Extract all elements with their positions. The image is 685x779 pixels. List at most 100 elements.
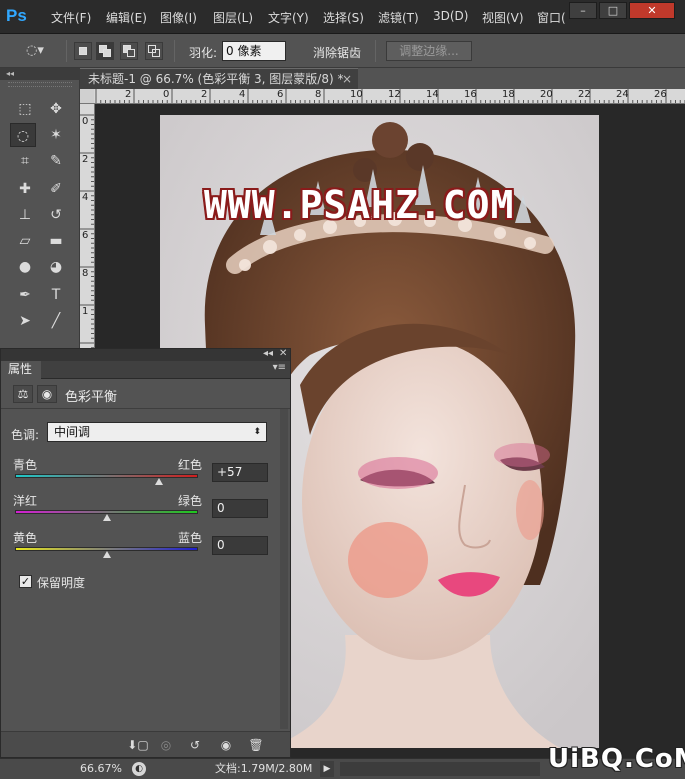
tools-collapse-button[interactable]: ◂◂ [0,68,80,80]
slider-right-label: 绿色 [178,494,203,508]
separator [66,40,67,62]
ruler-label: 6 [82,230,89,241]
status-menu-arrow[interactable]: ▶ [320,761,334,777]
separator [174,40,175,62]
options-bar: ◌▾ 羽化: 0 像素 ✓ 消除锯齿 调整边缘... [0,34,685,91]
horizontal-scrollbar[interactable] [340,762,540,776]
status-info-icon[interactable]: ◐ [132,762,146,776]
line-tool-icon[interactable]: ╱ [43,309,69,333]
menu-file[interactable]: 文件(F) [51,9,91,26]
close-button[interactable]: ✕ [629,2,675,19]
tools-grip[interactable] [8,82,72,87]
close-tab-icon[interactable]: × [342,69,352,89]
eyedropper-tool-icon[interactable]: ✎ [43,149,69,173]
type-tool-icon[interactable]: T [43,283,69,307]
pen-tool-icon[interactable]: ✒ [12,283,38,307]
path-selection-tool-icon[interactable]: ➤ [12,309,38,333]
document-tab-title: 未标题-1 @ 66.7% (色彩平衡 3, 图层蒙版/8) * [88,72,344,86]
properties-footer: ⬇▢ ◎ ↺ ◉ 🗑 [1,731,290,757]
ruler-label: 0 [82,116,89,127]
antialias-label: 消除锯齿 [313,46,362,60]
color-balance-icon[interactable]: ⚖ [13,385,33,403]
menu-layer[interactable]: 图层(L) [213,9,253,26]
gradient-tool-icon[interactable]: ▬ [43,229,69,253]
yellow-blue-value-input[interactable]: 0 [212,536,268,555]
layer-mask-icon[interactable]: ◉ [37,385,57,403]
ruler-label: 4 [82,192,89,203]
dodge-tool-icon[interactable]: ◕ [43,255,69,279]
rectangular-marquee-tool-icon[interactable]: ⬚ [12,97,38,121]
menu-3d[interactable]: 3D(D) [433,9,468,23]
blur-tool-icon[interactable]: ● [12,255,38,279]
panel-menu-icon[interactable]: ▾≡ [273,362,286,373]
feather-input[interactable]: 0 像素 [222,41,286,61]
adjustment-title: 色彩平衡 [65,390,118,405]
ruler-label: 0 [163,89,170,100]
panel-collapse-button[interactable]: ◂◂ [263,348,273,359]
tone-label: 色调: [11,428,40,442]
document-size-text: 文档:1.79M/2.80M [215,762,313,775]
minimize-button[interactable]: – [569,2,597,19]
tone-select[interactable]: 中间调 ⬍ [47,422,267,442]
intersect-selection-button[interactable] [145,42,163,60]
cyan-red-thumb[interactable] [154,478,163,485]
magic-wand-tool-icon[interactable]: ✶ [43,123,69,147]
clip-to-layer-icon[interactable]: ⬇▢ [127,736,149,754]
zoom-level-input[interactable]: 66.67% [80,761,124,777]
eraser-tool-icon[interactable]: ▱ [12,229,38,253]
new-selection-button[interactable] [74,42,92,60]
restore-button[interactable]: □ [599,2,627,19]
delete-icon[interactable]: 🗑 [245,736,267,754]
tab-properties[interactable]: 属性 [1,361,41,379]
lasso-preset-icon[interactable]: ◌▾ [26,43,44,58]
brush-tool-icon[interactable]: ✐ [43,177,69,201]
tab-strip [358,68,685,89]
view-previous-state-icon[interactable]: ◎ [155,736,177,754]
menu-view[interactable]: 视图(V) [482,9,524,26]
tone-select-value: 中间调 [54,425,91,439]
move-tool-icon[interactable]: ✥ [43,97,69,121]
add-to-selection-button[interactable] [96,42,114,60]
cyan-red-value-input[interactable]: +57 [212,463,268,482]
slider-left-label: 洋红 [13,494,38,508]
ruler-label: 4 [239,89,246,100]
subtract-from-selection-button[interactable] [120,42,138,60]
ruler-label: 22 [578,89,591,100]
menu-filter[interactable]: 滤镜(T) [378,9,419,26]
tools-panel: ◂◂ ⬚ ✥ ◌ ✶ ⌗ ✎ ✚ ✐ ⊥ ↺ ▱ ▬ ● ◕ ✒ T ➤ ╱ [0,68,80,348]
feather-label: 羽化: [189,46,218,60]
panel-close-button[interactable]: ✕ [279,348,287,359]
preserve-luminosity-checkbox[interactable]: ✓ [19,575,32,588]
properties-tab-bar: 属性 ▾≡ [1,361,290,379]
yellow-blue-thumb[interactable] [102,551,111,558]
preserve-luminosity-label: 保留明度 [37,576,86,590]
ruler-label: 1 [82,306,89,317]
history-brush-tool-icon[interactable]: ↺ [43,203,69,227]
crop-tool-icon[interactable]: ⌗ [12,149,38,173]
properties-panel-titlebar[interactable]: ◂◂ ✕ [1,348,290,361]
menu-edit[interactable]: 编辑(E) [106,9,147,26]
reset-icon[interactable]: ↺ [184,736,206,754]
refine-edge-button[interactable]: 调整边缘... [386,41,472,61]
cyan-red-track[interactable] [15,474,198,478]
properties-scrollbar[interactable] [280,409,288,729]
ruler-label: 26 [654,89,667,100]
clone-stamp-tool-icon[interactable]: ⊥ [12,203,38,227]
ruler-label: 2 [82,154,89,165]
healing-brush-tool-icon[interactable]: ✚ [12,177,38,201]
menu-type[interactable]: 文字(Y) [268,9,309,26]
preserve-luminosity[interactable]: ✓ 保留明度 [19,574,139,590]
visibility-eye-icon[interactable]: ◉ [215,736,237,754]
document-tab[interactable]: 未标题-1 @ 66.7% (色彩平衡 3, 图层蒙版/8) * × [80,68,358,89]
menu-bar: Ps 文件(F) 编辑(E) 图像(I) 图层(L) 文字(Y) 选择(S) 滤… [0,0,685,34]
magenta-green-thumb[interactable] [102,514,111,521]
horizontal-ruler[interactable]: 2 0 2 4 6 8 10 12 14 16 18 20 22 24 26 [94,89,685,104]
ruler-label: 10 [350,89,363,100]
magenta-green-value-input[interactable]: 0 [212,499,268,518]
lasso-tool-icon[interactable]: ◌ [10,123,36,147]
select-arrows-icon: ⬍ [253,427,261,437]
menu-window[interactable]: 窗口( [537,9,566,26]
menu-select[interactable]: 选择(S) [323,9,364,26]
menu-image[interactable]: 图像(I) [160,9,197,26]
separator [375,40,376,62]
